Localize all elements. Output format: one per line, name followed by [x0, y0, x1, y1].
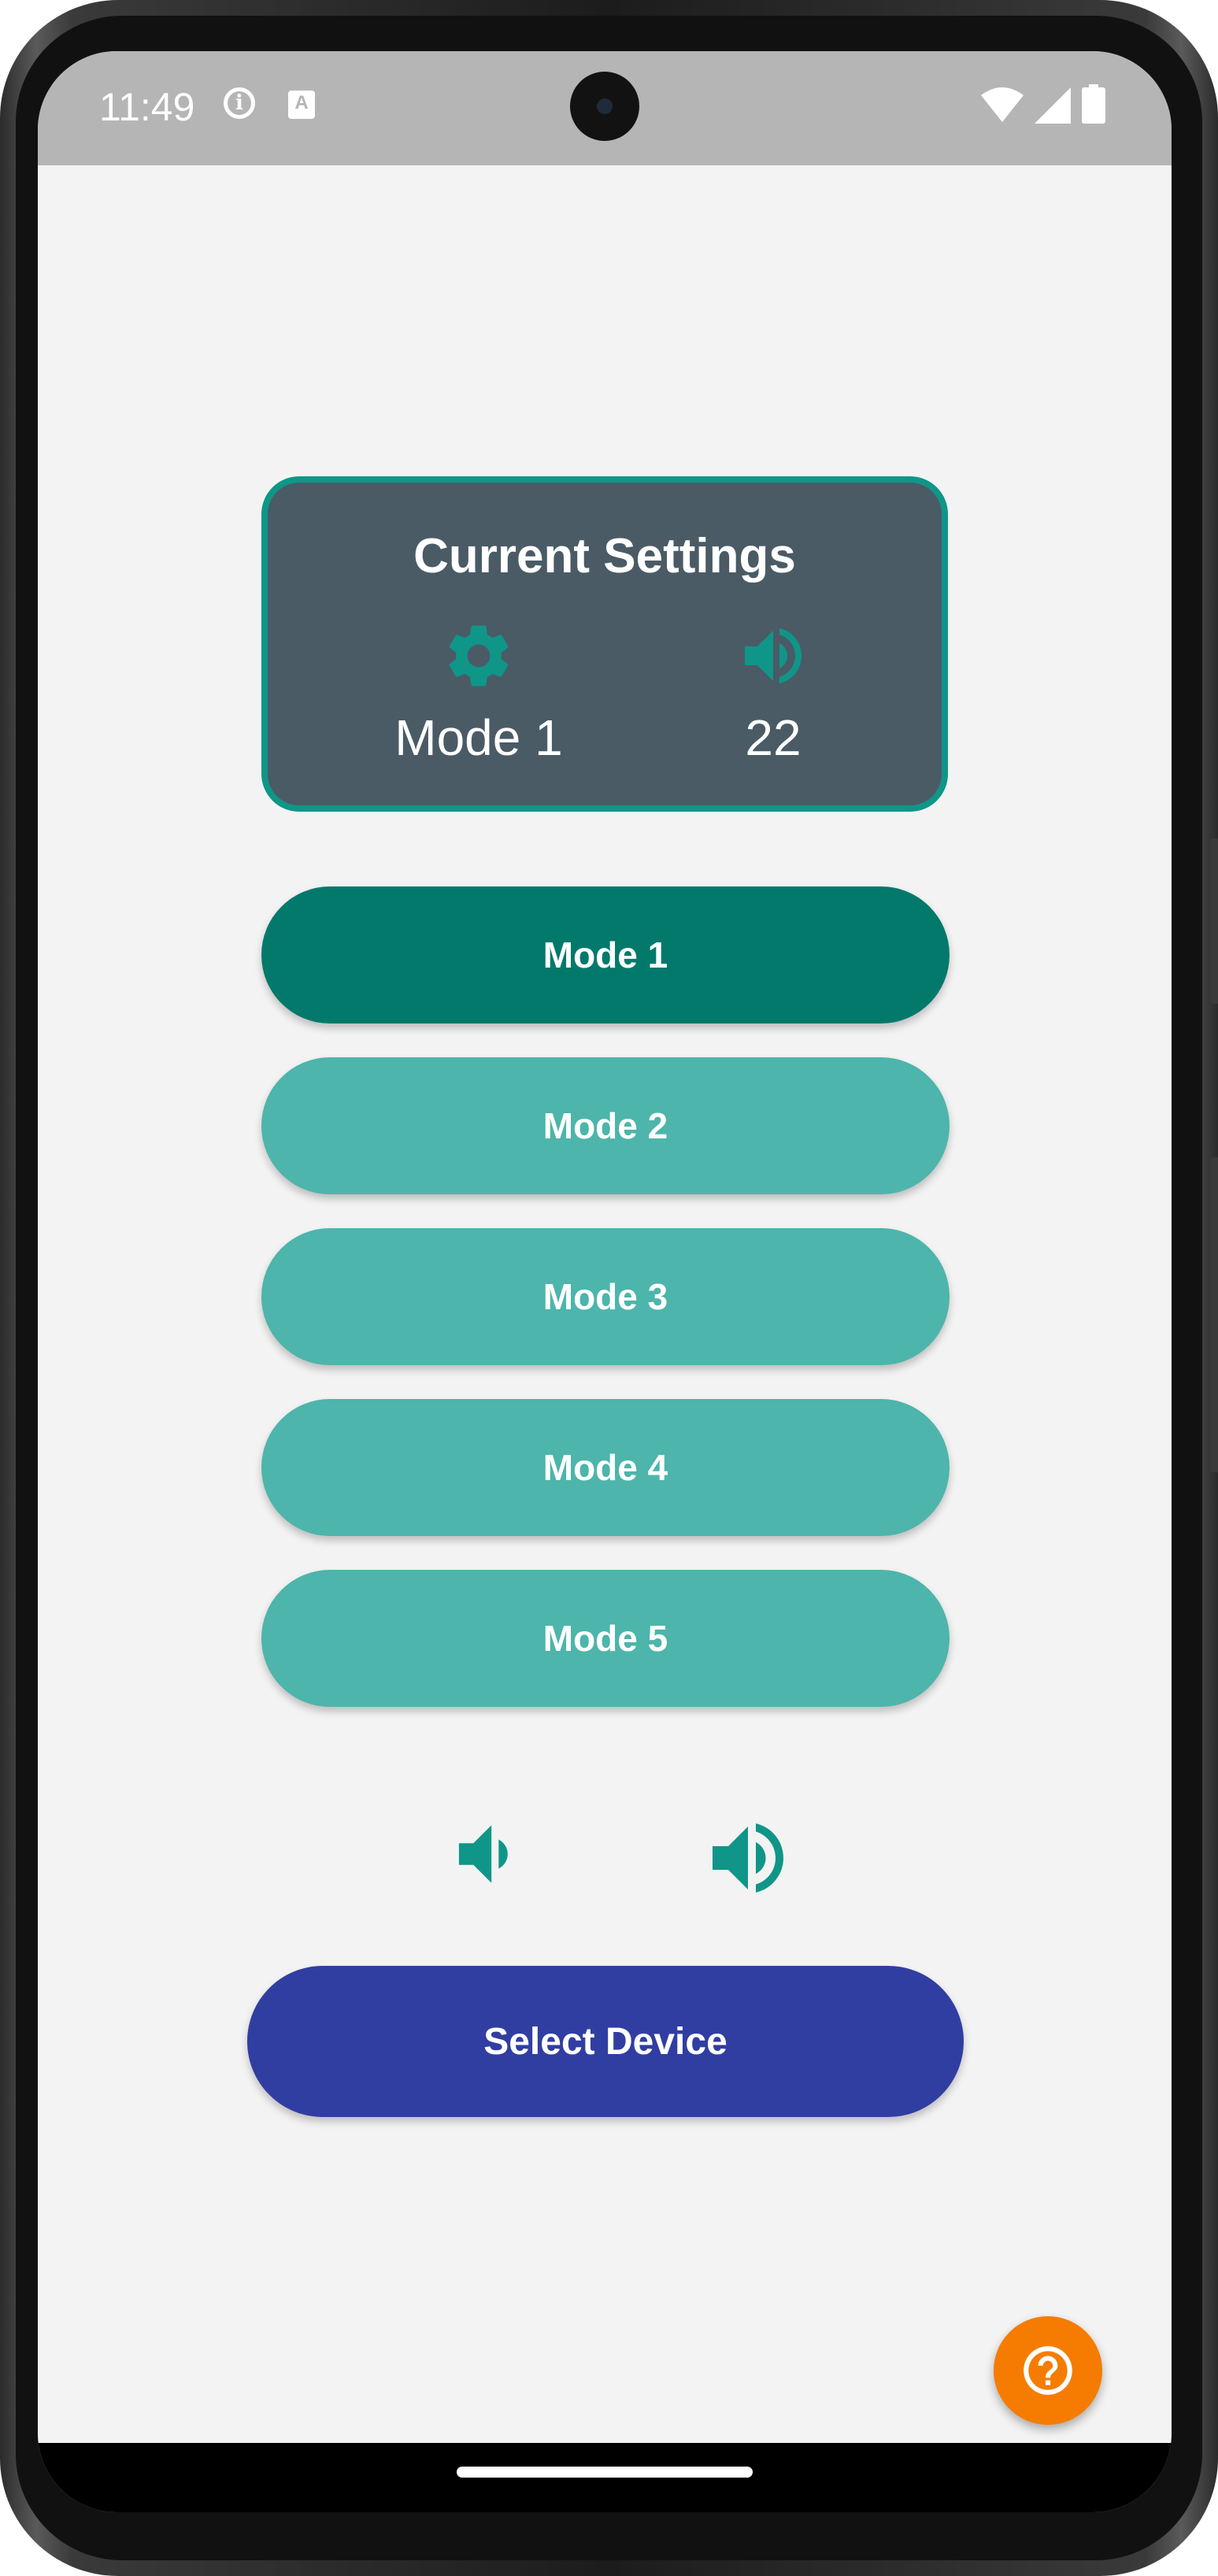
mode-2-label: Mode 2: [542, 1105, 668, 1146]
volume-up-button[interactable]: [701, 1811, 795, 1897]
power-button: [1210, 838, 1218, 1004]
current-mode-value: Mode 1: [394, 709, 563, 766]
mode-5-button[interactable]: Mode 5: [261, 1570, 950, 1707]
current-volume-value: 22: [745, 709, 802, 766]
gear-icon: [449, 625, 509, 687]
select-device-label: Select Device: [483, 2020, 727, 2063]
info-icon: i: [224, 87, 255, 119]
mode-1-label: Mode 1: [542, 935, 668, 975]
a-keyboard-icon: A: [288, 91, 315, 119]
screen: 11:49 i A Current Settings Mode 1 22 Mod…: [38, 51, 1172, 2512]
status-time: 11:49: [99, 85, 195, 129]
mode-2-button[interactable]: Mode 2: [261, 1057, 950, 1194]
status-icons: [981, 84, 1105, 124]
mode-4-button[interactable]: Mode 4: [261, 1399, 950, 1536]
navigation-bar: [38, 2443, 1172, 2512]
mode-3-button[interactable]: Mode 3: [261, 1228, 950, 1365]
mode-3-label: Mode 3: [542, 1276, 668, 1317]
current-settings-card: Current Settings Mode 1 22: [261, 476, 948, 812]
battery-icon: [1082, 84, 1105, 124]
help-button[interactable]: [994, 2316, 1102, 2425]
volume-down-button[interactable]: [441, 1811, 528, 1897]
signal-icon: [1035, 87, 1071, 124]
current-settings-title: Current Settings: [413, 529, 796, 583]
status-bar: 11:49 i A: [38, 51, 1172, 165]
volume-icon: [745, 627, 802, 684]
volume-rocker: [1210, 1157, 1218, 1472]
current-mode: Mode 1: [361, 618, 597, 767]
volume-up-icon: [713, 1823, 783, 1893]
mode-4-label: Mode 4: [542, 1447, 668, 1488]
select-device-button[interactable]: Select Device: [247, 1966, 964, 2117]
front-camera: [570, 72, 639, 141]
home-gesture-handle[interactable]: [457, 2467, 753, 2478]
current-volume: 22: [655, 618, 891, 767]
volume-down-icon: [458, 1825, 508, 1883]
wifi-icon: [981, 87, 1024, 122]
phone-frame: 11:49 i A Current Settings Mode 1 22 Mod…: [0, 0, 1218, 2576]
help-icon: [1024, 2346, 1072, 2395]
main-content: Current Settings Mode 1 22 Mode 1 Mode 2…: [38, 165, 1172, 2467]
mode-1-button[interactable]: Mode 1: [261, 886, 950, 1023]
mode-5-label: Mode 5: [542, 1618, 668, 1659]
